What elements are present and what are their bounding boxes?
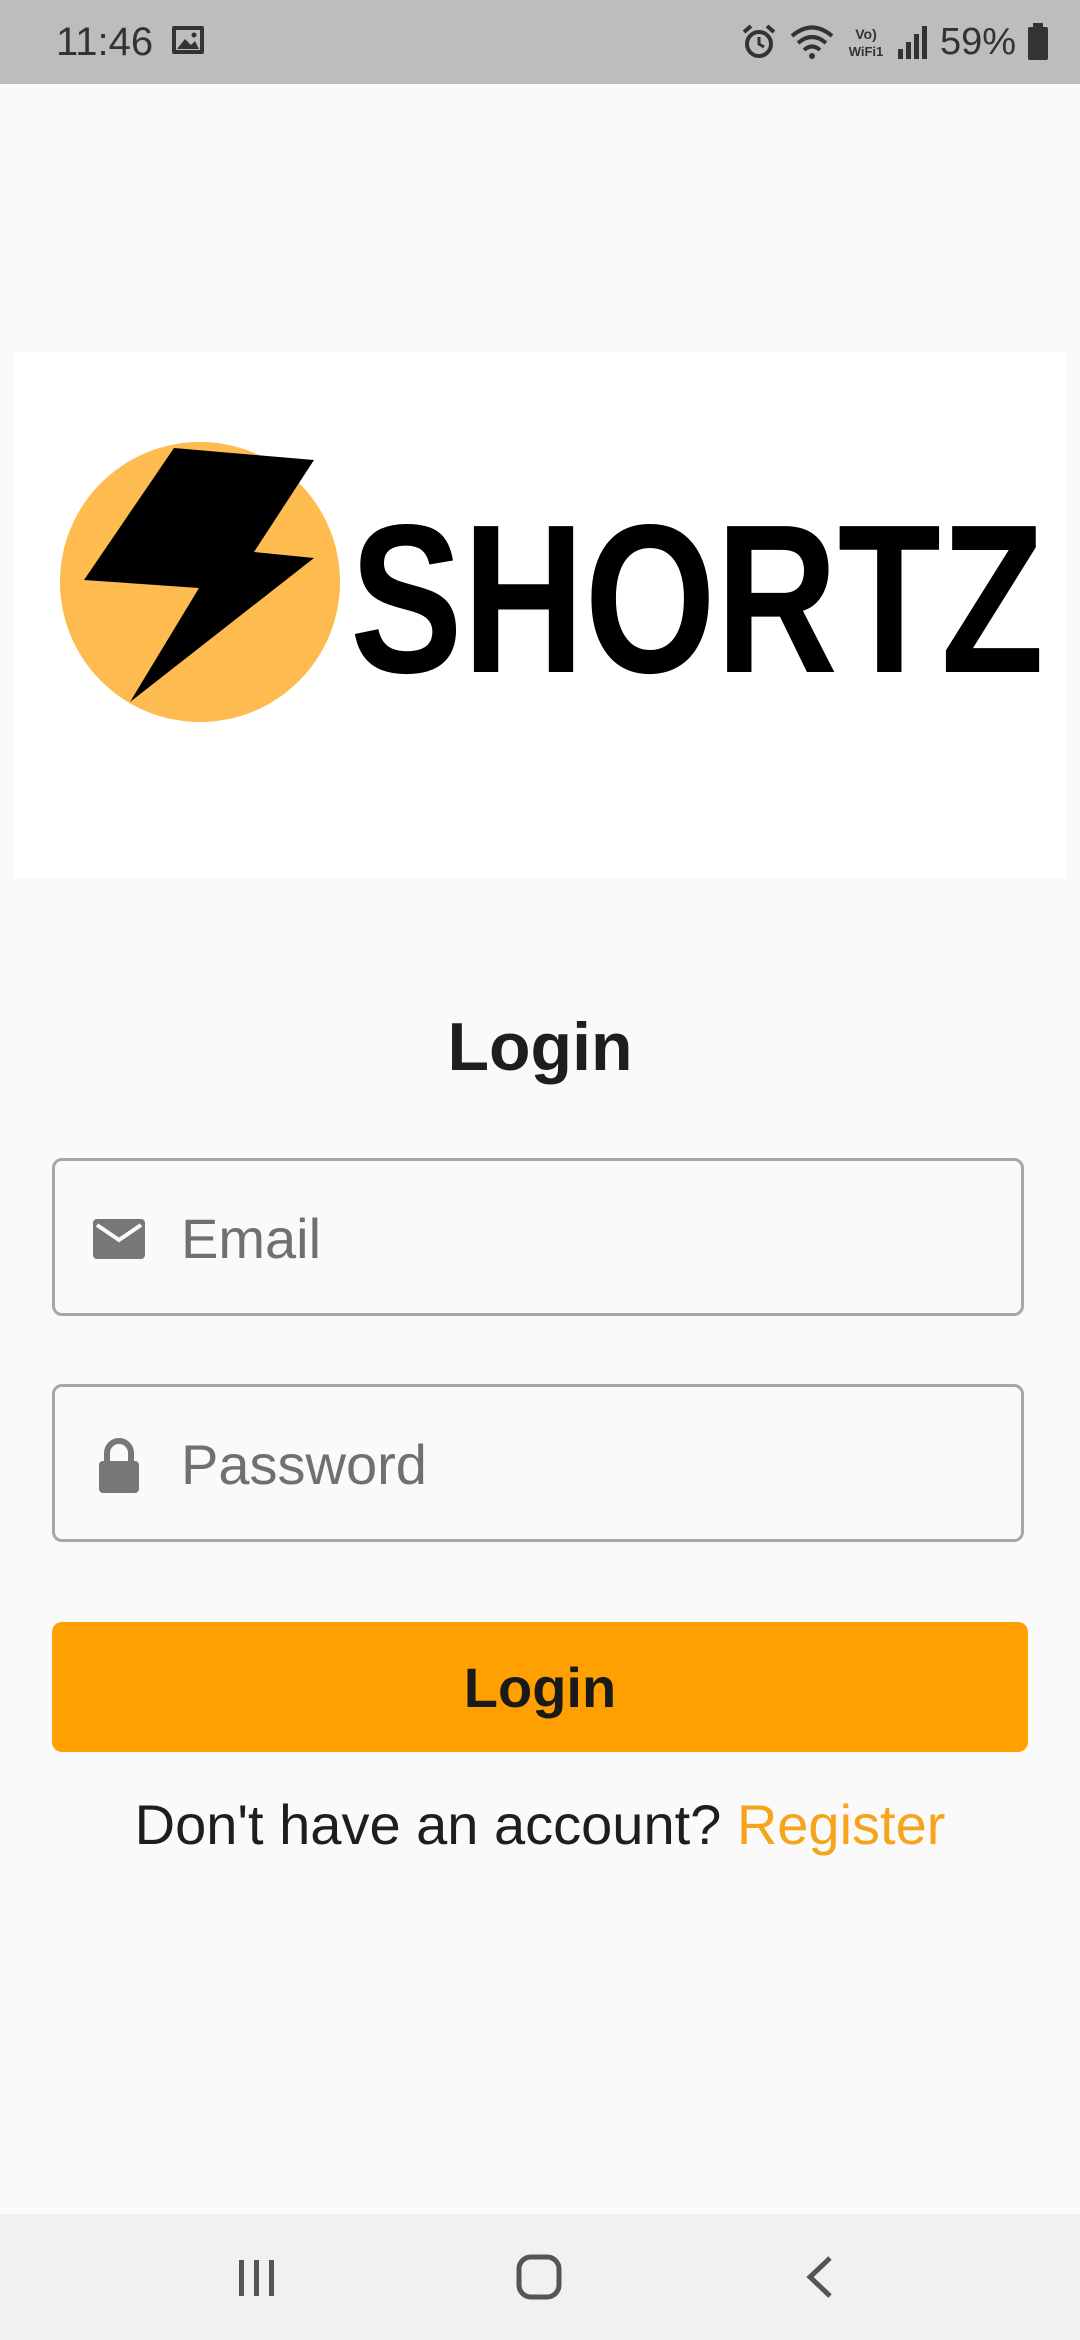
battery-percent: 59% <box>939 20 1016 63</box>
back-icon[interactable] <box>776 2242 866 2312</box>
vowifi-icon: Vo) WiFi1 <box>849 26 884 59</box>
home-icon[interactable] <box>494 2242 584 2312</box>
svg-text:Vo): Vo) <box>855 26 877 42</box>
wifi-icon <box>790 25 834 59</box>
register-prompt: Don't have an account? Register <box>0 1792 1080 1857</box>
status-time: 11:46 <box>56 20 154 64</box>
brand-text: SHORTZ <box>350 480 1044 717</box>
status-bar: 11:46 Vo) WiFi1 59% <box>0 0 1080 84</box>
login-button[interactable]: Login <box>52 1622 1028 1752</box>
brand-logo: SHORTZ <box>14 352 1066 878</box>
status-icons: Vo) WiFi1 59% <box>740 16 1050 68</box>
system-nav-bar <box>0 2214 1080 2340</box>
alarm-icon <box>742 24 776 58</box>
recents-icon[interactable] <box>212 2242 302 2312</box>
battery-icon <box>1028 23 1048 60</box>
register-link[interactable]: Register <box>737 1793 946 1856</box>
email-input[interactable] <box>179 1161 1003 1315</box>
shortz-logo: SHORTZ <box>14 352 1066 878</box>
svg-text:WiFi1: WiFi1 <box>849 44 884 59</box>
page-title: Login <box>447 1009 633 1085</box>
lock-icon <box>99 1438 139 1493</box>
signal-icon <box>897 26 927 59</box>
mail-icon <box>93 1219 145 1259</box>
password-field[interactable] <box>52 1384 1024 1542</box>
email-field[interactable] <box>52 1158 1024 1316</box>
register-prompt-text: Don't have an account? <box>134 1793 737 1856</box>
password-input[interactable] <box>179 1387 1003 1541</box>
gallery-icon <box>172 26 204 54</box>
